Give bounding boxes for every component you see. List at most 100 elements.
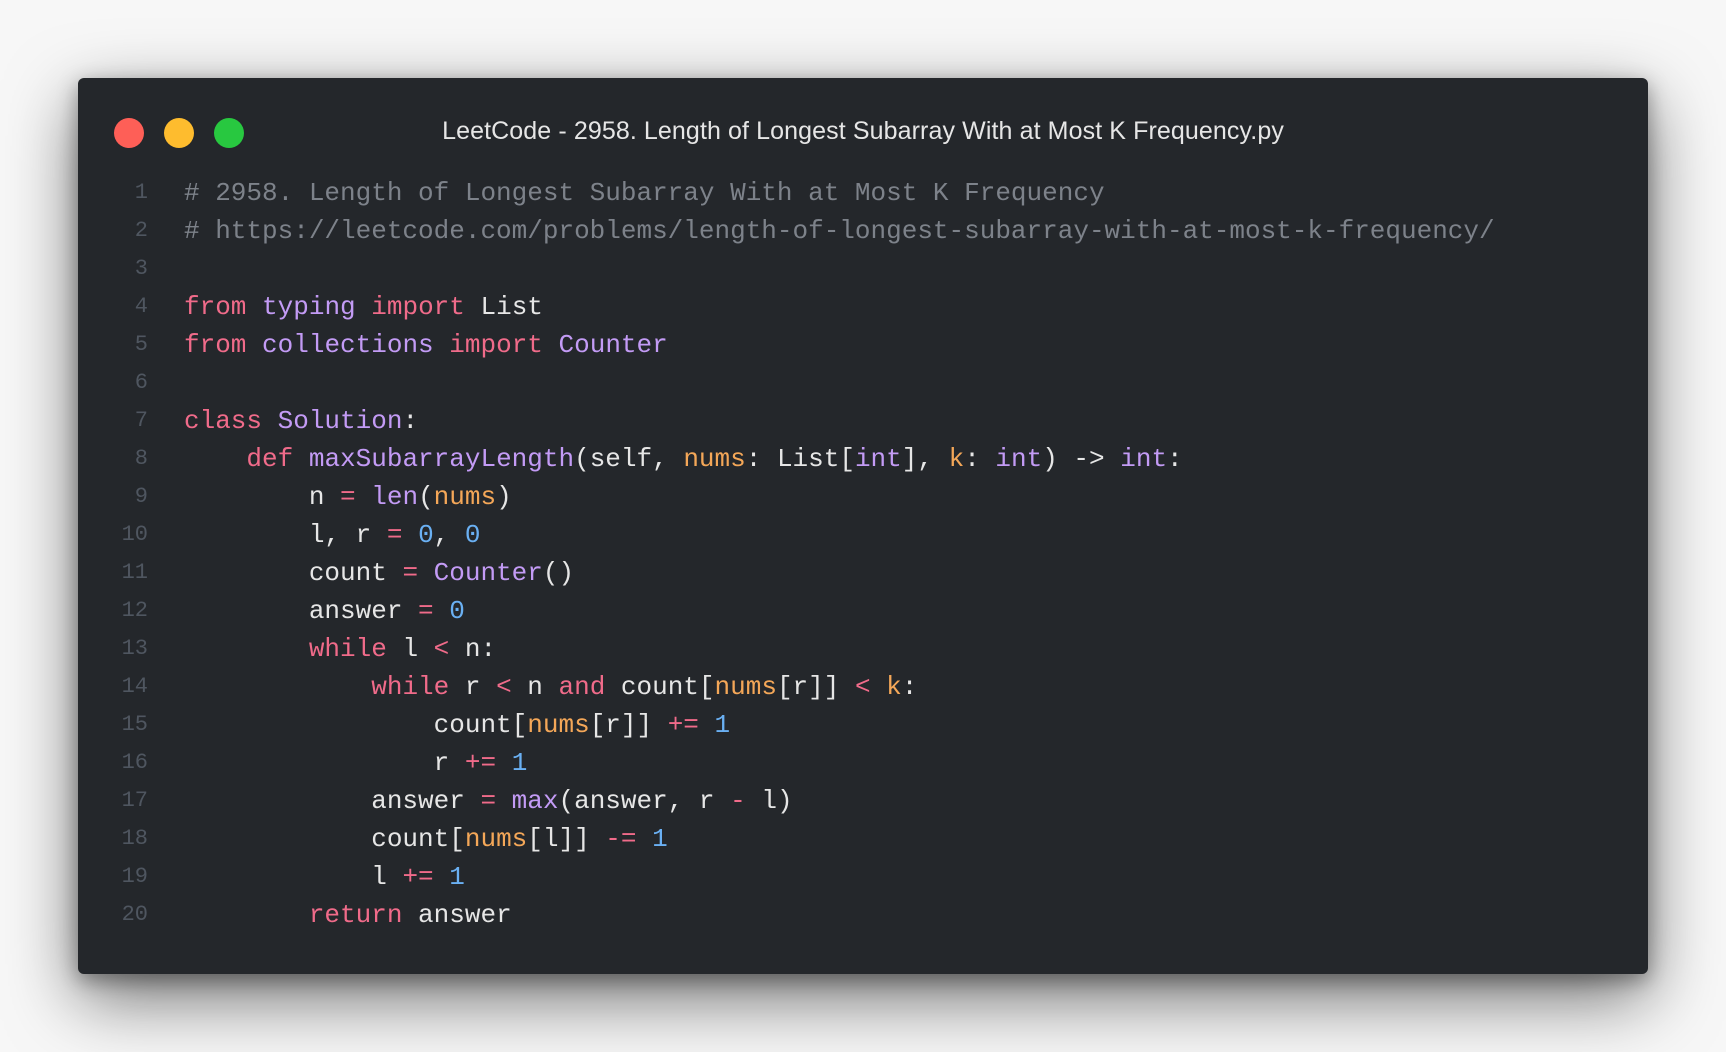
code-token: answer: [184, 596, 419, 626]
code-token: k: [886, 672, 902, 702]
line-number: 6: [134, 370, 148, 395]
line-code: count = Counter(): [184, 554, 574, 592]
line-code: while r < n and count[nums[r]] < k:: [184, 668, 917, 706]
code-token: count[: [184, 824, 465, 854]
code-token: def: [246, 444, 294, 474]
line-code: return answer: [184, 896, 512, 934]
line-number: 11: [121, 560, 148, 585]
code-token: ],: [901, 444, 949, 474]
code-token: -: [730, 786, 746, 816]
code-token: n:: [449, 634, 497, 664]
title-bar: LeetCode - 2958. Length of Longest Subar…: [78, 78, 1648, 178]
code-token: import: [449, 330, 543, 360]
code-token: l: [386, 634, 434, 664]
code-token: typing: [262, 292, 356, 322]
code-token: n: [184, 482, 341, 512]
code-token: =: [340, 482, 356, 512]
line-code: count[nums[l]] -= 1: [184, 820, 668, 858]
code-token: while: [371, 672, 450, 702]
code-token: count[: [605, 672, 715, 702]
code-window: LeetCode - 2958. Length of Longest Subar…: [78, 78, 1648, 974]
line-code: while l < n:: [184, 630, 496, 668]
code-token: (: [418, 482, 434, 512]
code-token: <: [496, 672, 512, 702]
code-token: +=: [667, 710, 699, 740]
line-number: 20: [121, 902, 148, 927]
code-token: Counter: [558, 330, 668, 360]
code-token: import: [371, 292, 465, 322]
code-token: # https://leetcode.com/problems/length-o…: [184, 216, 1495, 246]
code-token: max: [511, 786, 559, 816]
line-number: 15: [121, 712, 148, 737]
code-token: r: [184, 748, 465, 778]
code-token: maxSubarrayLength: [308, 444, 575, 474]
code-token: nums: [683, 444, 746, 474]
line-code: def maxSubarrayLength(self, nums: List[i…: [184, 440, 1182, 478]
line-number: 4: [134, 294, 148, 319]
code-token: ) ->: [1042, 444, 1121, 474]
code-token: and: [558, 672, 606, 702]
code-token: count[: [184, 710, 528, 740]
code-token: 1: [511, 748, 528, 778]
code-token: [r]]: [776, 672, 855, 702]
code-token: 0: [449, 596, 465, 626]
code-token: count: [184, 558, 403, 588]
code-token: nums: [714, 672, 777, 702]
line-number: 13: [121, 636, 148, 661]
code-token: l: [184, 862, 403, 892]
code-token: =: [386, 520, 403, 550]
line-code: r += 1: [184, 744, 528, 782]
code-token: len: [371, 482, 419, 512]
code-token: int: [1120, 444, 1168, 474]
code-token: ): [496, 482, 512, 512]
line-number: 14: [121, 674, 148, 699]
code-token: int: [995, 444, 1043, 474]
code-token: <: [433, 634, 450, 664]
code-token: =: [480, 786, 497, 816]
code-token: +=: [402, 862, 434, 892]
code-token: while: [308, 634, 387, 664]
code-token: Solution: [277, 406, 403, 436]
line-number: 7: [134, 408, 148, 433]
code-token: 1: [652, 824, 668, 854]
code-token: (answer, r: [558, 786, 731, 816]
code-token: Counter: [433, 558, 543, 588]
code-token: -=: [605, 824, 637, 854]
line-number: 12: [121, 598, 148, 623]
code-token: : List[: [745, 444, 855, 474]
line-number: 19: [121, 864, 148, 889]
code-token: class: [184, 406, 263, 436]
code-token: answer: [184, 786, 481, 816]
code-token: 0: [418, 520, 434, 550]
code-token: [r]]: [589, 710, 668, 740]
code-token: l, r: [184, 520, 387, 550]
line-number: 8: [134, 446, 148, 471]
line-code: count[nums[r]] += 1: [184, 706, 731, 744]
code-token: int: [854, 444, 902, 474]
code-token: nums: [464, 824, 528, 854]
line-number: 18: [121, 826, 148, 851]
code-token: (self,: [574, 444, 684, 474]
code-token: [l]]: [527, 824, 606, 854]
line-number: 2: [134, 218, 148, 243]
line-code: answer = 0: [184, 592, 465, 630]
code-token: 0: [464, 520, 481, 550]
code-token: 1: [449, 862, 465, 892]
code-token: from: [184, 330, 247, 360]
